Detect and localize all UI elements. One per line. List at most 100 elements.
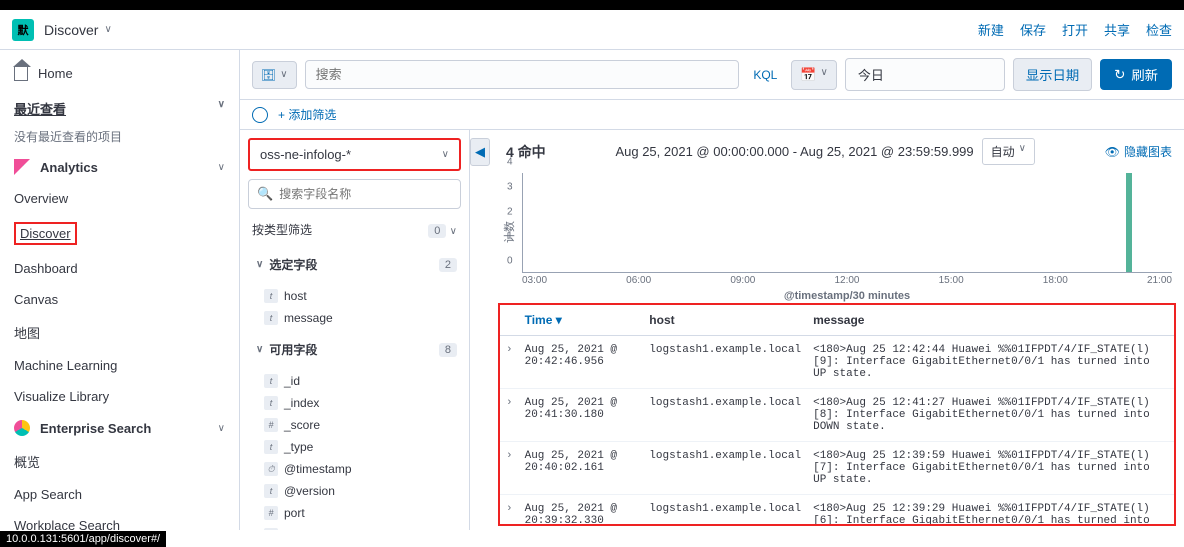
expand-row-button[interactable]: › [500, 389, 519, 442]
home-icon [14, 67, 28, 81]
sidebar-item-overview[interactable]: Overview [0, 183, 239, 214]
chevron-down-icon: ∨ [218, 99, 225, 118]
histogram-chart[interactable]: 计数 01234 03:0006:0009:0012:0015:0018:002… [494, 169, 1184, 299]
cell-time: Aug 25, 2021 @ 20:40:02.161 [519, 442, 644, 495]
expand-row-button[interactable]: › [500, 495, 519, 527]
sidebar-item-maps[interactable]: 地图 [0, 315, 239, 350]
cell-time: Aug 25, 2021 @ 20:42:46.956 [519, 336, 644, 389]
field-type-icon: # [264, 418, 278, 432]
field-type-icon: t [264, 289, 278, 303]
add-filter-button[interactable]: + 添加筛选 [278, 106, 336, 123]
results-panel: 4 命中 Aug 25, 2021 @ 00:00:00.000 - Aug 2… [490, 130, 1184, 530]
selected-fields-header[interactable]: ∨选定字段 2 [248, 244, 461, 285]
sidebar-item-home[interactable]: Home [0, 58, 239, 89]
sidebar-item-ml[interactable]: Machine Learning [0, 350, 239, 381]
breadcrumb[interactable]: Discover ∨ [44, 22, 112, 38]
field-search[interactable]: 🔍 [248, 179, 461, 209]
cell-host: logstash1.example.local [643, 442, 807, 495]
col-host[interactable]: host [643, 305, 807, 336]
cell-message: <180>Aug 25 12:42:44 Huawei %%01IFPDT/4/… [807, 336, 1174, 389]
eye-icon: 👁 [1105, 145, 1120, 159]
index-pattern-select[interactable]: oss-ne-infolog-* ∨ [248, 138, 461, 171]
field-item[interactable]: t_id [248, 370, 461, 392]
filter-by-type[interactable]: 按类型筛选 0 ∨ [248, 215, 461, 244]
chevron-down-icon: ∨ [1019, 143, 1026, 160]
field-item[interactable]: t_type [248, 436, 461, 458]
field-item[interactable]: ⏱@timestamp [248, 458, 461, 480]
filter-options-icon[interactable] [252, 107, 268, 123]
fields-panel: oss-ne-infolog-* ∨ 🔍 按类型筛选 0 ∨ ∨选定字段 2 t… [240, 130, 470, 530]
inspect-link[interactable]: 检查 [1146, 20, 1172, 39]
field-type-icon: t [264, 374, 278, 388]
sidebar-item-discover[interactable]: Discover [0, 214, 239, 253]
cell-time: Aug 25, 2021 @ 20:41:30.180 [519, 389, 644, 442]
cell-host: logstash1.example.local [643, 495, 807, 527]
date-quick-select[interactable]: 📅 ∨ [791, 60, 837, 90]
interval-select[interactable]: 自动∨ [982, 138, 1035, 165]
chevron-down-icon: ∨ [442, 149, 449, 160]
chart-x-label: @timestamp/30 minutes [522, 288, 1172, 304]
enterprise-title: Enterprise Search [40, 421, 151, 436]
col-time[interactable]: Time ▾ [519, 305, 644, 336]
expand-row-button[interactable]: › [500, 442, 519, 495]
cell-message: <180>Aug 25 12:39:29 Huawei %%01IFPDT/4/… [807, 495, 1174, 527]
sidebar-home-label: Home [38, 66, 73, 81]
field-item[interactable]: thost [248, 285, 461, 307]
results-table: Time ▾ host message › Aug 25, 2021 @ 20:… [498, 303, 1176, 526]
refresh-button[interactable]: ↻ 刷新 [1100, 59, 1172, 90]
available-fields-header[interactable]: ∨可用字段 8 [248, 329, 461, 370]
table-row: › Aug 25, 2021 @ 20:39:32.330 logstash1.… [500, 495, 1174, 527]
field-type-icon: t [264, 311, 278, 325]
app-logo[interactable]: 默 [12, 19, 34, 41]
show-dates-button[interactable]: 显示日期 [1013, 58, 1092, 91]
status-url: 10.0.0.131:5601/app/discover#/ [0, 531, 166, 547]
field-type-icon: ⏱ [264, 462, 278, 476]
table-row: › Aug 25, 2021 @ 20:40:02.161 logstash1.… [500, 442, 1174, 495]
refresh-icon: ↻ [1114, 67, 1125, 83]
calendar-icon: 📅 [800, 67, 816, 83]
chevron-down-icon: ∨ [450, 226, 457, 237]
field-item[interactable]: #port [248, 502, 461, 524]
cell-message: <180>Aug 25 12:41:27 Huawei %%01IFPDT/4/… [807, 389, 1174, 442]
date-range-label[interactable]: 今日 [845, 58, 1005, 91]
cell-host: logstash1.example.local [643, 389, 807, 442]
field-item[interactable]: t@version [248, 480, 461, 502]
kql-toggle[interactable]: KQL [747, 68, 783, 82]
field-item[interactable]: tmessage [248, 307, 461, 329]
sidebar-item-dashboard[interactable]: Dashboard [0, 253, 239, 284]
field-item[interactable]: ttype [248, 524, 461, 530]
disk-icon: 🗄 [261, 68, 276, 82]
sidebar-item-app-search[interactable]: App Search [0, 479, 239, 510]
share-link[interactable]: 共享 [1104, 20, 1130, 39]
enterprise-search-icon [14, 420, 30, 436]
index-pattern-label: oss-ne-infolog-* [260, 147, 351, 162]
query-bar: 🗄 ∨ KQL 📅 ∨ 今日 显示日期 ↻ 刷新 [240, 50, 1184, 100]
saved-query-menu[interactable]: 🗄 ∨ [252, 61, 297, 89]
search-input[interactable] [305, 60, 740, 89]
chevron-down-icon: ∨ [104, 24, 111, 35]
field-item[interactable]: t_index [248, 392, 461, 414]
field-search-input[interactable] [279, 187, 452, 201]
recent-empty: 没有最近查看的项目 [0, 122, 239, 151]
top-actions: 新建 保存 打开 共享 检查 [978, 20, 1172, 39]
recent-title: 最近查看 [14, 99, 66, 118]
sidebar-item-visualize[interactable]: Visualize Library [0, 381, 239, 412]
new-link[interactable]: 新建 [978, 20, 1004, 39]
sidebar-section-analytics[interactable]: Analytics ∨ [0, 151, 239, 183]
open-link[interactable]: 打开 [1062, 20, 1088, 39]
sidebar-recent-header[interactable]: 最近查看 ∨ [0, 89, 239, 122]
field-item[interactable]: #_score [248, 414, 461, 436]
chevron-down-icon: ∨ [256, 259, 263, 270]
analytics-title: Analytics [40, 160, 98, 175]
sidebar-item-canvas[interactable]: Canvas [0, 284, 239, 315]
table-row: › Aug 25, 2021 @ 20:41:30.180 logstash1.… [500, 389, 1174, 442]
sidebar-item-workplace-search[interactable]: Workplace Search [0, 510, 239, 530]
hide-chart-button[interactable]: 👁 隐藏图表 [1105, 143, 1172, 160]
filter-bar: + 添加筛选 [240, 100, 1184, 130]
sidebar-item-es-overview[interactable]: 概览 [0, 444, 239, 479]
save-link[interactable]: 保存 [1020, 20, 1046, 39]
expand-row-button[interactable]: › [500, 336, 519, 389]
sidebar-section-enterprise[interactable]: Enterprise Search ∨ [0, 412, 239, 444]
collapse-sidebar-button[interactable]: ◀ [470, 138, 490, 166]
col-message[interactable]: message [807, 305, 1174, 336]
